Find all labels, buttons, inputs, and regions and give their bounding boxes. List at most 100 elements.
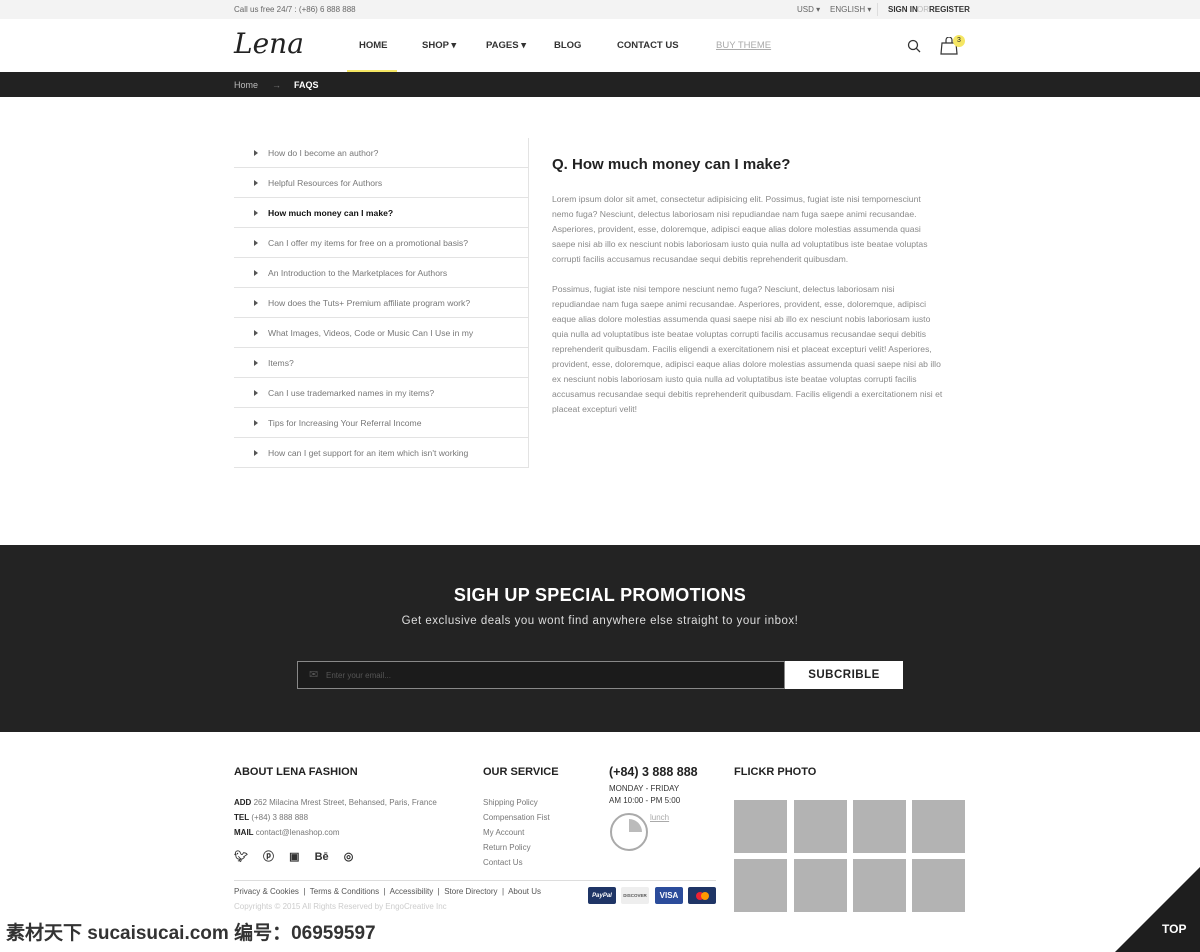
- faq-item-label: Tips for Increasing Your Referral Income: [268, 417, 422, 428]
- service-link[interactable]: Compensation Fist: [483, 813, 550, 822]
- breadcrumb-home[interactable]: Home: [234, 80, 258, 90]
- faq-item-label: How much money can I make?: [268, 207, 394, 218]
- add-label: ADD: [234, 798, 252, 807]
- nav-pages[interactable]: PAGES ▾: [486, 40, 526, 51]
- back-to-top-label[interactable]: TOP: [1162, 922, 1186, 936]
- footer-link[interactable]: Privacy & Cookies: [234, 887, 299, 896]
- flickr-photo[interactable]: [853, 859, 906, 912]
- answer-title: Q. How much money can I make?: [552, 156, 791, 173]
- caret-right-icon: [254, 390, 258, 396]
- answer-paragraph: Lorem ipsum dolor sit amet, consectetur …: [552, 194, 928, 264]
- currency-select[interactable]: USD ▾: [797, 5, 820, 14]
- faq-item[interactable]: Tips for Increasing Your Referral Income: [234, 408, 528, 438]
- sign-in-link[interactable]: SIGN IN: [888, 5, 918, 14]
- service-link[interactable]: My Account: [483, 828, 524, 837]
- dribbble-icon[interactable]: ◎: [344, 851, 354, 863]
- work-hours: AM 10:00 - PM 5:00: [609, 796, 681, 805]
- divider: [234, 880, 716, 881]
- flickr-photo[interactable]: [794, 800, 847, 853]
- logo[interactable]: Lena: [234, 27, 304, 60]
- email-input[interactable]: ✉ Enter your email...: [297, 661, 785, 689]
- back-to-top-button[interactable]: [1115, 867, 1200, 952]
- clock-icon: [610, 813, 648, 851]
- breadcrumb: Home → FAQS: [0, 72, 1200, 97]
- faq-item-label: How does the Tuts+ Premium affiliate pro…: [268, 297, 471, 308]
- nav-home[interactable]: HOME: [359, 40, 388, 51]
- flickr-title: FLICKR PHOTO: [734, 766, 817, 778]
- faq-item[interactable]: How much money can I make?: [234, 198, 528, 228]
- nav-contact[interactable]: CONTACT US: [617, 40, 679, 51]
- faq-item-label: Items?: [268, 357, 294, 368]
- language-select[interactable]: ENGLISH ▾: [830, 5, 871, 14]
- nav-buy-theme[interactable]: BUY THEME: [716, 40, 771, 51]
- breadcrumb-current: FAQS: [294, 80, 319, 90]
- facebook-icon[interactable]: ▣: [289, 851, 299, 863]
- faq-item[interactable]: Can I offer my items for free on a promo…: [234, 228, 528, 258]
- faq-item[interactable]: Can I use trademarked names in my items?: [234, 378, 528, 408]
- breadcrumb-separator: →: [272, 80, 281, 90]
- caret-right-icon: [254, 150, 258, 156]
- flickr-photo[interactable]: [853, 800, 906, 853]
- faq-item-label: How do I become an author?: [268, 147, 379, 158]
- faq-item-label: An Introduction to the Marketplaces for …: [268, 267, 448, 278]
- search-icon[interactable]: [907, 39, 921, 53]
- faq-item[interactable]: How do I become an author?: [234, 138, 528, 168]
- flickr-photo[interactable]: [794, 859, 847, 912]
- flickr-photo[interactable]: [912, 859, 965, 912]
- service-link[interactable]: Contact Us: [483, 858, 523, 867]
- tel-label: TEL: [234, 813, 250, 822]
- caret-right-icon: [254, 450, 258, 456]
- work-days: MONDAY - FRIDAY: [609, 784, 680, 793]
- faq-item-label: Can I offer my items for free on a promo…: [268, 237, 468, 248]
- nav-shop[interactable]: SHOP ▾: [422, 40, 456, 51]
- promo-title: SIGH UP SPECIAL PROMOTIONS: [453, 585, 747, 605]
- watermark: 素材天下 sucaisucai.com 编号：06959597: [0, 914, 400, 944]
- faq-item-label: Helpful Resources for Authors: [268, 177, 383, 188]
- faq-item[interactable]: How does the Tuts+ Premium affiliate pro…: [234, 288, 528, 318]
- caret-right-icon: [254, 240, 258, 246]
- flickr-photo[interactable]: [734, 859, 787, 912]
- or-text: OR: [917, 5, 929, 14]
- nav-blog[interactable]: BLOG: [554, 40, 581, 51]
- mastercard-icon: [688, 887, 716, 904]
- caret-right-icon: [254, 180, 258, 186]
- caret-right-icon: [254, 210, 258, 216]
- subscribe-button[interactable]: SUBCRIBLE: [785, 661, 903, 689]
- faq-item[interactable]: What Images, Videos, Code or Music Can I…: [234, 318, 528, 348]
- faq-item[interactable]: Helpful Resources for Authors: [234, 168, 528, 198]
- flickr-photo[interactable]: [912, 800, 965, 853]
- top-bar: Call us free 24/7 : (+86) 6 888 888 USD …: [0, 0, 1200, 19]
- register-link[interactable]: REGISTER: [929, 5, 970, 14]
- mail[interactable]: contact@lenashop.com: [256, 828, 340, 837]
- behance-icon[interactable]: Bē: [315, 851, 329, 863]
- newsletter-section: SIGH UP SPECIAL PROMOTIONS Get exclusive…: [0, 545, 1200, 732]
- footer-link[interactable]: About Us: [508, 887, 541, 896]
- footer-link[interactable]: Accessibility: [390, 887, 434, 896]
- service-title: OUR SERVICE: [483, 766, 559, 778]
- flickr-photo[interactable]: [734, 800, 787, 853]
- twitter-icon[interactable]: 🐦︎: [234, 851, 248, 863]
- footer-phone: (+84) 3 888 888: [609, 765, 698, 779]
- footer-link[interactable]: Store Directory: [444, 887, 497, 896]
- nav-pages-label: PAGES: [486, 40, 519, 51]
- faq-item[interactable]: Items?: [234, 348, 528, 378]
- tel: (+84) 3 888 888: [251, 813, 309, 822]
- pinterest-icon[interactable]: ⓟ: [263, 851, 274, 863]
- language-label: ENGLISH: [830, 5, 866, 14]
- promo-subtitle: Get exclusive deals you wont find anywhe…: [401, 615, 799, 627]
- faq-item[interactable]: An Introduction to the Marketplaces for …: [234, 258, 528, 288]
- service-link[interactable]: Shipping Policy: [483, 798, 538, 807]
- lunch-label: lunch: [650, 813, 670, 822]
- cart-count-badge: 3: [953, 35, 965, 47]
- faq-list: How do I become an author? Helpful Resour…: [234, 138, 529, 468]
- currency-label: USD: [797, 5, 814, 14]
- caret-right-icon: [254, 330, 258, 336]
- about-title: ABOUT LENA FASHION: [234, 766, 358, 778]
- faq-item[interactable]: How can I get support for an item which …: [234, 438, 528, 468]
- paypal-icon: PayPal: [588, 887, 616, 904]
- service-link[interactable]: Return Policy: [483, 843, 531, 852]
- discover-icon: DISCOVER: [621, 887, 649, 904]
- nav-shop-label: SHOP: [422, 40, 449, 51]
- footer-link[interactable]: Terms & Conditions: [310, 887, 379, 896]
- answer-paragraph: Possimus, fugiat iste nisi tempore nesci…: [552, 284, 943, 414]
